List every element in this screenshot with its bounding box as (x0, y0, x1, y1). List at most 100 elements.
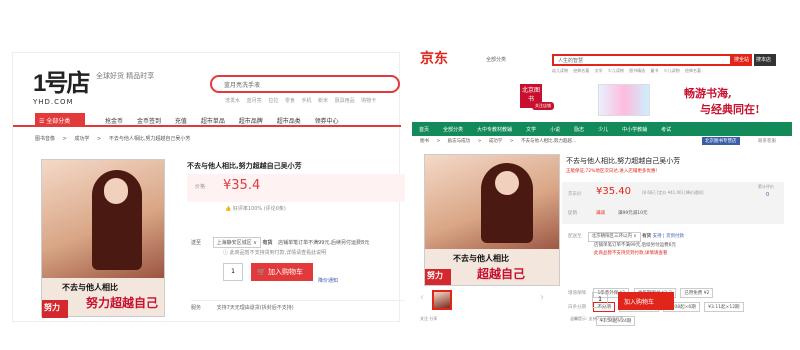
ship-note: 店铺单笔订单不满99元,后续另付运费6元 (594, 243, 677, 248)
jd-hot-words: 幼儿读物 经典名著 文学 少儿读物 图书精选 童书 少儿读物 经典名著 (552, 68, 705, 74)
yhd-logo-domain: YHD.COM (33, 98, 74, 106)
yhd-book-cover[interactable]: 不去与他人相比 努力超越自己 努力 (41, 159, 165, 318)
hot-word[interactable]: 手机 (301, 98, 311, 104)
cover-badge: 努力 (42, 300, 68, 318)
review-count[interactable]: 0 (766, 192, 769, 198)
breadcrumb-item[interactable]: 图书 (420, 139, 429, 144)
cover-title-line1: 不去与他人相比 (62, 283, 118, 292)
jd-store-banner: 北京图书 关注店铺 畅游书海, 与经典同在! (412, 80, 792, 120)
ship-location-select[interactable]: 上海静安区城区 ∨ (212, 237, 261, 248)
hot-word[interactable]: 新米 (318, 98, 328, 104)
hot-word[interactable]: 少儿读物 (608, 68, 624, 73)
thumb-prev-icon[interactable]: ‹ (420, 292, 424, 303)
price-value: ¥35.4 (223, 178, 261, 193)
ship-location-select[interactable]: 北京朝阳区三环以内 ∨ (587, 232, 641, 242)
yhd-service-row: 服务 支持7天无理由退货(拆封后不支持) (191, 300, 405, 311)
nav-item[interactable]: 励志 (567, 122, 591, 133)
yhd-search-input[interactable]: 蓝月亮洗手液 (210, 75, 400, 93)
slogan-line1: 畅游书海, (684, 87, 732, 100)
cover-title-line2: 超越自己 (477, 267, 526, 281)
hot-word[interactable]: 幼儿读物 (552, 68, 568, 73)
yhd-price-alert-link[interactable]: 降价通知 (318, 277, 338, 284)
jd-contact-link[interactable]: 联系客服 (758, 138, 776, 144)
thumb-next-icon[interactable]: › (540, 292, 544, 303)
service-text: 支持7天无理由退货(拆封后不支持) (216, 305, 294, 311)
nav-item[interactable]: 首页 (412, 122, 436, 133)
hot-word[interactable]: 拉拉 (268, 98, 278, 104)
jd-banner-slogan: 畅游书海, 与经典同在! (684, 86, 760, 118)
nav-item[interactable]: 少儿 (591, 122, 615, 133)
nav-item[interactable]: 抢金币 (105, 118, 123, 125)
breadcrumb-item[interactable]: 图书音像 (35, 136, 55, 142)
cover-face (104, 178, 128, 204)
jd-promo-line[interactable]: 正版保证,72%地区次日达,进入店铺更多优惠! (566, 168, 657, 174)
nav-item[interactable]: 金币签到 (137, 118, 161, 125)
hot-word[interactable]: 购物卡 (361, 98, 376, 104)
good-rate-text[interactable]: 好评率100% (评论0条) (233, 206, 286, 212)
option-item[interactable]: 已用免费 ¥2 (680, 288, 714, 298)
nav-item[interactable]: 超市单品 (201, 118, 225, 125)
breadcrumb-current: 不去与他人相比,努力超越... (520, 139, 577, 144)
nav-item[interactable]: 超市品牌 (239, 118, 263, 125)
jd-add-to-cart-button[interactable]: 加入购物车 (618, 292, 674, 310)
yhd-product-panel: 1号店 YHD.COM 全球好货 精品时享 蓝月亮洗手液 洗发水 蓝月亮 拉拉 … (12, 52, 405, 322)
nav-item[interactable]: 领券中心 (315, 118, 339, 125)
option-label: 增值保障 (568, 291, 586, 296)
ship-label: 配送至 (568, 234, 582, 239)
jd-quantity-input[interactable]: 1 (592, 292, 608, 308)
jd-store-name[interactable]: 北京图书专营店 (702, 137, 740, 145)
yhd-logo[interactable]: 1号店 YHD.COM (33, 63, 93, 107)
breadcrumb-item[interactable]: 成功学 (489, 139, 503, 144)
hot-word[interactable]: 经典名著 (685, 68, 701, 73)
hot-word[interactable]: 蓝月亮 (247, 98, 262, 104)
cover-face (495, 171, 519, 195)
jd-follow-button[interactable]: 关注店铺 (532, 102, 554, 110)
nav-item[interactable]: 大中专教材教辅 (470, 122, 519, 133)
jd-search-input[interactable]: 人生的智慧 (552, 54, 732, 66)
promo-label: 促销 (568, 211, 577, 216)
jd-logo[interactable]: 京东 (420, 48, 448, 68)
nav-item[interactable]: 小说 (543, 122, 567, 133)
jd-search-all-button[interactable]: 搜全站 (732, 54, 752, 66)
category-label: 全部分类 (46, 118, 71, 125)
hot-word[interactable]: 厨具用品 (335, 98, 355, 104)
hot-word[interactable]: 经典名著 (573, 68, 589, 73)
hot-word[interactable]: 图书精选 (629, 68, 645, 73)
hot-word[interactable]: 文学 (595, 68, 603, 73)
nav-item[interactable]: 充值 (175, 118, 187, 125)
jd-search-store-button[interactable]: 搜本店 (754, 54, 776, 66)
breadcrumb-sep: > (509, 139, 514, 144)
promo-text: 满99元减10元 (618, 211, 648, 216)
jd-footer-left[interactable]: 关注 分享 (420, 316, 437, 322)
yhd-logo-text: 1号店 (33, 70, 90, 97)
jd-thumbnail[interactable] (432, 290, 452, 310)
yhd-product-title: 不去与他人相比,努力超越自己吴小芳 (187, 162, 302, 170)
nav-item[interactable]: 全部分类 (436, 122, 470, 133)
breadcrumb-sep: > (477, 139, 482, 144)
hot-word[interactable]: 童书 (650, 68, 658, 73)
hot-word[interactable]: 零食 (285, 98, 295, 104)
yhd-quantity-input[interactable]: 1 (223, 263, 243, 281)
jd-nav-bar: 首页 全部分类 大中专教材教辅 文学 小说 励志 少儿 中小学教辅 考试 (412, 122, 792, 136)
nav-item[interactable]: 中小学教辅 (615, 122, 654, 133)
jd-book-cover[interactable]: 不去与他人相比 超越自己 努力 (424, 154, 560, 286)
yhd-price-box: 价格 ¥35.4 (187, 174, 405, 202)
breadcrumb-item[interactable]: 成功学 (74, 136, 89, 142)
yhd-slogan: 全球好货 精品时享 (96, 72, 155, 80)
nav-item[interactable]: 文学 (519, 122, 543, 133)
yhd-add-to-cart-button[interactable]: 🛒 加入购物车 (251, 263, 313, 281)
hot-word[interactable]: 少儿读物 (664, 68, 680, 73)
price-discount[interactable]: [8.6折] [定价 ¥41.00] [降价通知] (642, 190, 704, 196)
nav-item[interactable]: 考试 (654, 122, 678, 133)
jd-location[interactable]: 全部分类 (486, 56, 506, 63)
yhd-category-button[interactable]: ☰ 全部分类 (35, 113, 85, 127)
service-label: 服务 (191, 305, 202, 311)
nav-item[interactable]: 超市品类 (277, 118, 301, 125)
warn-text: 此商品暂不支持货到付款,详情请查看此说明 (229, 250, 327, 256)
review-label: 累计评价 (758, 184, 774, 189)
ship-support: 支持 | 货到付款 (652, 234, 684, 239)
slogan-line2: 与经典同在! (700, 103, 760, 116)
option-item[interactable]: ¥3.11起×12期 (704, 302, 744, 312)
breadcrumb-item[interactable]: 励志与成功 (448, 139, 471, 144)
hot-word[interactable]: 洗发水 (225, 98, 240, 104)
